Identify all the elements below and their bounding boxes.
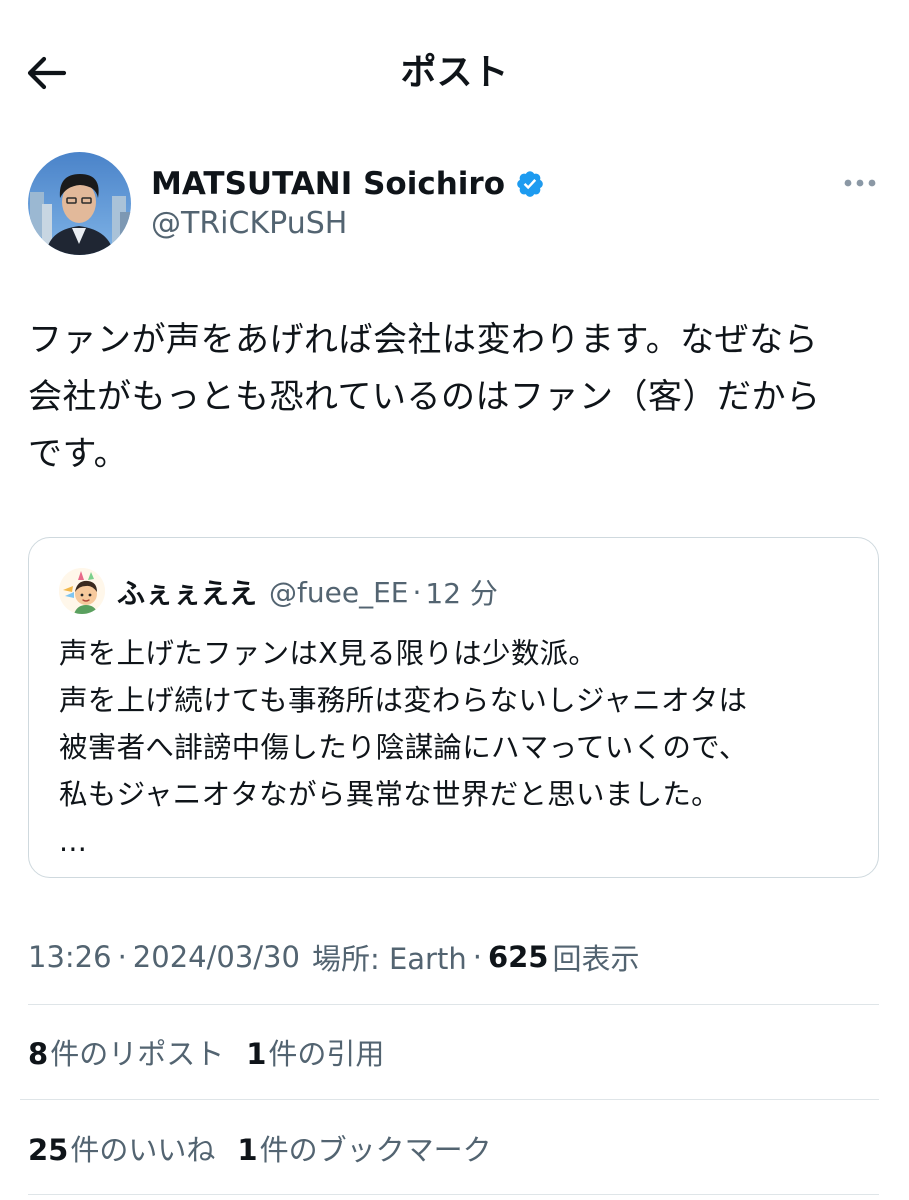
author-name-row: MATSUTANI Soichiro bbox=[151, 162, 545, 206]
quoted-post-text: 声を上げたファンはX見る限りは少数派。 声を上げ続けても事務所は変わらないしジャ… bbox=[59, 637, 748, 858]
quotes-count: 1 bbox=[246, 1037, 267, 1071]
post-time[interactable]: 13:26 bbox=[28, 940, 112, 974]
divider bbox=[28, 1194, 879, 1195]
quoted-post-time: 12 分 bbox=[425, 577, 498, 610]
likes-label: 件のいいね bbox=[70, 1133, 216, 1167]
meta-separator: · bbox=[117, 940, 127, 974]
post-text: ファンが声をあげれば会社は変わります。なぜなら 会社がもっとも恐れているのはファ… bbox=[28, 320, 821, 474]
author-photo bbox=[28, 152, 131, 255]
divider bbox=[28, 1004, 879, 1005]
author-name[interactable]: MATSUTANI Soichiro bbox=[151, 166, 505, 202]
bookmarks-label: 件のブックマーク bbox=[259, 1133, 492, 1167]
divider bbox=[20, 1099, 879, 1100]
page-title: ポスト bbox=[400, 52, 509, 93]
post-location: 場所: Earth bbox=[311, 942, 467, 976]
quoted-author-name: ふぇぇええ bbox=[117, 577, 258, 610]
views-count: 625 bbox=[487, 940, 549, 974]
author-handle[interactable]: @TRiCKPuSH bbox=[151, 206, 347, 241]
more-options-icon bbox=[844, 179, 876, 187]
top-bar: ポスト bbox=[0, 0, 909, 140]
quotes-label: 件の引用 bbox=[268, 1037, 385, 1071]
engagement-row: 8 件のリポスト 1 件の引用 bbox=[28, 1030, 406, 1074]
quoted-avatar-illustration bbox=[59, 568, 105, 614]
views-label: 回表示 bbox=[552, 942, 640, 976]
quoted-author-avatar bbox=[59, 568, 105, 614]
quoted-separator: · bbox=[412, 575, 422, 609]
reposts-stat[interactable]: 8 件のリポスト bbox=[28, 1031, 224, 1073]
reposts-label: 件のリポスト bbox=[50, 1037, 225, 1071]
bookmarks-count: 1 bbox=[237, 1133, 258, 1167]
quotes-stat[interactable]: 1 件の引用 bbox=[246, 1031, 384, 1073]
likes-stat[interactable]: 25 件のいいね bbox=[28, 1127, 215, 1169]
post-meta: 13:26 · 2024/03/30 場所: Earth · 625 回表示 bbox=[28, 935, 640, 979]
quoted-author-handle: @fuee_EE bbox=[269, 575, 409, 609]
more-options-button[interactable] bbox=[836, 170, 884, 196]
engagement-row: 25 件のいいね 1 件のブックマーク bbox=[28, 1126, 514, 1170]
post-date[interactable]: 2024/03/30 bbox=[133, 940, 300, 974]
reposts-count: 8 bbox=[28, 1037, 49, 1071]
verified-badge-icon bbox=[517, 171, 543, 197]
quoted-post-card[interactable]: ふぇぇええ @fuee_EE · 12 分 声を上げたファンはX見る限りは少数派… bbox=[28, 537, 879, 878]
likes-count: 25 bbox=[28, 1133, 69, 1167]
author-avatar[interactable] bbox=[28, 152, 131, 255]
quoted-post-header: ふぇぇええ @fuee_EE · 12 分 bbox=[117, 570, 498, 614]
meta-separator: · bbox=[472, 940, 482, 974]
bookmarks-stat[interactable]: 1 件のブックマーク bbox=[237, 1127, 491, 1169]
